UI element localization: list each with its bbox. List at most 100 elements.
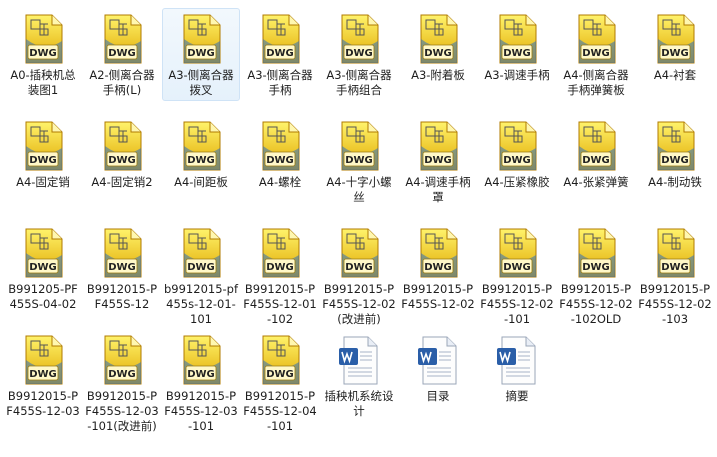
dwg-file-icon: DWG [494, 13, 540, 67]
dwg-badge-text: DWG [424, 262, 452, 273]
dwg-file-icon: DWG [257, 227, 303, 281]
dwg-file-icon: DWG [178, 13, 224, 67]
file-name-label: A4-固定销2 [91, 175, 153, 189]
dwg-badge-text: DWG [503, 155, 531, 166]
file-grid: DWG A0-插秧机总装图1 DWG A2-侧离合器手柄(L) DWG A3-侧… [0, 0, 717, 457]
dwg-file-icon: DWG [415, 13, 461, 67]
dwg-file-icon: DWG [573, 227, 619, 281]
dwg-file-icon: DWG [257, 334, 303, 388]
dwg-file-item[interactable]: DWG A4-固定销2 [83, 115, 161, 193]
dwg-file-item[interactable]: DWG A4-间距板 [162, 115, 240, 193]
dwg-file-item[interactable]: DWG A4-制动铁 [636, 115, 714, 193]
dwg-file-item[interactable]: DWG A4-衬套 [636, 8, 714, 86]
dwg-badge-text: DWG [29, 262, 57, 273]
dwg-file-item[interactable]: DWG A3-侧离合器手柄组合 [320, 8, 398, 101]
file-name-label: A4-螺栓 [258, 175, 302, 189]
dwg-badge-text: DWG [29, 369, 57, 380]
dwg-file-icon: DWG [336, 227, 382, 281]
word-document-icon [336, 334, 382, 388]
dwg-badge-text: DWG [345, 48, 373, 59]
dwg-file-item[interactable]: DWG A4-螺栓 [241, 115, 319, 193]
file-name-label: B9912015-PF455S-12-02-102OLD [559, 282, 633, 326]
dwg-badge-text: DWG [187, 369, 215, 380]
dwg-file-icon: DWG [257, 13, 303, 67]
dwg-badge-text: DWG [187, 155, 215, 166]
dwg-file-item[interactable]: DWG B9912015-PF455S-12 [83, 222, 161, 315]
file-name-label: A3-侧离合器手柄组合 [326, 68, 392, 97]
file-name-label: B9912015-PF455S-12-03-101(改进前) [85, 389, 159, 433]
dwg-file-icon: DWG [336, 120, 382, 174]
dwg-file-icon: DWG [573, 120, 619, 174]
file-name-label: A4-衬套 [653, 68, 697, 82]
dwg-file-icon: DWG [415, 120, 461, 174]
dwg-file-item[interactable]: DWG B9912015-PF455S-12-01-102 [241, 222, 319, 330]
dwg-badge-text: DWG [661, 48, 689, 59]
dwg-file-item[interactable]: DWG B9912015-PF455S-12-03-101 [162, 329, 240, 437]
word-document-item[interactable]: 摘要 [478, 329, 556, 407]
dwg-badge-text: DWG [108, 155, 136, 166]
dwg-file-icon: DWG [99, 334, 145, 388]
word-document-icon [415, 334, 461, 388]
dwg-file-icon: DWG [494, 120, 540, 174]
dwg-badge-text: DWG [108, 48, 136, 59]
file-name-label: B9912015-PF455S-12-02(改进前) [322, 282, 396, 326]
dwg-file-icon: DWG [99, 13, 145, 67]
file-name-label: B9912015-PF455S-12-01-102 [243, 282, 317, 326]
dwg-badge-text: DWG [108, 369, 136, 380]
dwg-badge-text: DWG [582, 155, 610, 166]
dwg-file-icon: DWG [652, 227, 698, 281]
dwg-file-item[interactable]: DWG A2-侧离合器手柄(L) [83, 8, 161, 101]
dwg-badge-text: DWG [266, 155, 294, 166]
dwg-file-item[interactable]: DWG A0-插秧机总装图1 [4, 8, 82, 101]
file-name-label: A4-张紧弹簧 [563, 175, 629, 189]
dwg-file-item[interactable]: DWG A4-压紧橡胶 [478, 115, 556, 193]
file-name-label: B9912015-PF455S-12 [86, 282, 158, 311]
word-document-icon [494, 334, 540, 388]
dwg-file-icon: DWG [99, 120, 145, 174]
dwg-badge-text: DWG [345, 155, 373, 166]
dwg-file-item[interactable]: DWG A4-侧离合器手柄弹簧板 [557, 8, 635, 101]
dwg-file-item[interactable]: DWG B9912015-PF455S-12-02-103 [636, 222, 714, 330]
word-document-item[interactable]: 插秧机系统设计 [320, 329, 398, 422]
file-name-label: B9912015-PF455S-12-03 [6, 389, 80, 418]
dwg-badge-text: DWG [266, 369, 294, 380]
file-name-label: B9912015-PF455S-12-02-101 [480, 282, 554, 326]
dwg-file-item[interactable]: DWG A4-调速手柄罩 [399, 115, 477, 208]
dwg-file-item[interactable]: DWG A4-张紧弹簧 [557, 115, 635, 193]
dwg-badge-text: DWG [187, 262, 215, 273]
dwg-file-icon: DWG [178, 334, 224, 388]
word-document-item[interactable]: 目录 [399, 329, 477, 407]
dwg-file-item[interactable]: DWG B9912015-PF455S-12-04-101 [241, 329, 319, 437]
file-name-label: b9912015-pf455s-12-01-101 [164, 282, 239, 326]
dwg-file-item[interactable]: DWG B9912015-PF455S-12-02(改进前) [320, 222, 398, 330]
dwg-file-item[interactable]: DWG A4-固定销 [4, 115, 82, 193]
file-name-label: A3-侧离合器手柄 [247, 68, 313, 97]
dwg-file-icon: DWG [652, 120, 698, 174]
dwg-badge-text: DWG [345, 262, 373, 273]
file-name-label: A3-附着板 [411, 68, 465, 82]
dwg-file-item[interactable]: DWG B9912015-PF455S-12-02-102OLD [557, 222, 635, 330]
dwg-badge-text: DWG [503, 262, 531, 273]
dwg-file-item[interactable]: DWG B9912015-PF455S-12-03 [4, 329, 82, 422]
dwg-file-item[interactable]: DWG A3-调速手柄 [478, 8, 556, 86]
dwg-badge-text: DWG [503, 48, 531, 59]
file-name-label: B9912015-PF455S-12-02 [401, 282, 475, 311]
dwg-badge-text: DWG [108, 262, 136, 273]
dwg-badge-text: DWG [266, 262, 294, 273]
dwg-file-item[interactable]: DWG B9912015-PF455S-12-02 [399, 222, 477, 315]
dwg-file-item[interactable]: DWG A3-侧离合器手柄 [241, 8, 319, 101]
dwg-file-item[interactable]: DWG B991205-PF455S-04-02 [4, 222, 82, 315]
file-name-label: A4-间距板 [174, 175, 228, 189]
file-name-label: B991205-PF455S-04-02 [8, 282, 78, 311]
dwg-file-item[interactable]: DWG A3-侧离合器拨叉 [162, 8, 240, 101]
dwg-file-item[interactable]: DWG A4-十字小螺丝 [320, 115, 398, 208]
dwg-file-item[interactable]: DWG b9912015-pf455s-12-01-101 [162, 222, 240, 330]
file-name-label: A4-制动铁 [648, 175, 702, 189]
dwg-file-item[interactable]: DWG B9912015-PF455S-12-02-101 [478, 222, 556, 330]
dwg-badge-text: DWG [29, 155, 57, 166]
dwg-file-item[interactable]: DWG A3-附着板 [399, 8, 477, 86]
file-name-label: A4-固定销 [16, 175, 70, 189]
file-name-label: A4-压紧橡胶 [484, 175, 550, 189]
dwg-file-icon: DWG [178, 227, 224, 281]
dwg-file-item[interactable]: DWG B9912015-PF455S-12-03-101(改进前) [83, 329, 161, 437]
